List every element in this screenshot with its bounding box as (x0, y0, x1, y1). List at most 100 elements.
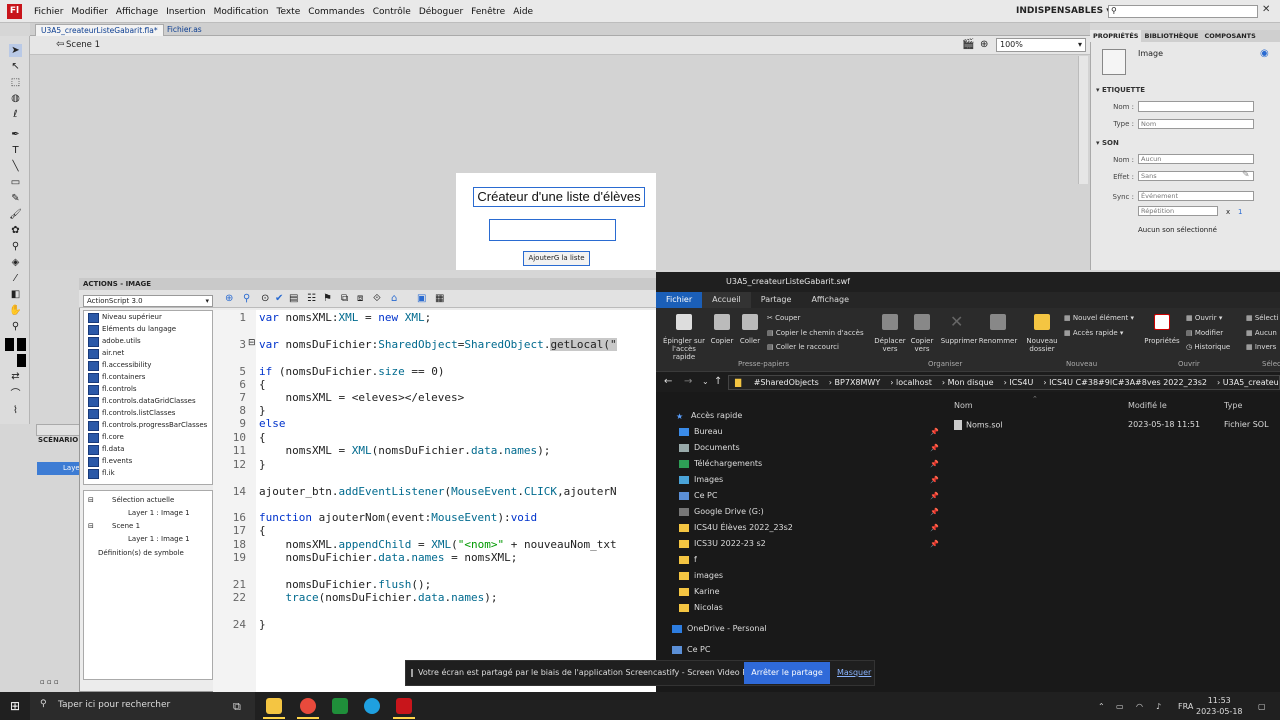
open-button[interactable]: ▦ Ouvrir ▾ (1186, 314, 1222, 322)
edit-scene-icon[interactable]: 🎬 (962, 39, 974, 50)
help-icon[interactable]: ◉ (1260, 48, 1269, 59)
effect-select[interactable]: Sans (1138, 171, 1254, 181)
tree-item[interactable]: Scene 1 (112, 520, 140, 533)
nav-quick-access[interactable]: ★ Accès rapide (676, 411, 742, 421)
library-item[interactable]: fl.accessibility (84, 359, 212, 371)
edge-taskbar-icon[interactable] (364, 698, 380, 714)
column-type[interactable]: Type (1224, 401, 1242, 410)
library-item[interactable]: fl.controls.progressBarClasses (84, 419, 212, 431)
volume-icon[interactable]: ♪ (1156, 702, 1161, 711)
tab-composants[interactable]: COMPOSANTS (1201, 30, 1258, 42)
block-comment-icon[interactable]: ⌂ (391, 293, 397, 304)
flash-taskbar-icon[interactable] (396, 698, 412, 714)
pen-tool-icon[interactable]: ✒ (9, 128, 22, 141)
nav-item[interactable]: Ce PC (679, 491, 717, 500)
workspace-switcher[interactable]: INDISPENSABLES ▾ (1016, 6, 1111, 16)
tree-toggle[interactable]: ⊟ (88, 520, 94, 533)
repeat-count[interactable]: 1 (1238, 208, 1242, 216)
stage-scrollbar[interactable] (1078, 56, 1088, 184)
menu-fenetre[interactable]: Fenêtre (467, 7, 509, 17)
deco-tool-icon[interactable]: ✿ (9, 224, 22, 237)
delete-button[interactable]: Supprimer (940, 337, 978, 345)
history-button[interactable]: ◷ Historique (1186, 343, 1230, 351)
library-item[interactable]: fl.containers (84, 371, 212, 383)
tab-proprietes[interactable]: PROPRIÉTÉS (1090, 30, 1142, 42)
cut-button[interactable]: ✂ Couper (767, 314, 800, 322)
stop-sharing-button[interactable]: Arrêter le partage (744, 662, 830, 684)
brush-tool-icon[interactable]: 🖌 (9, 208, 22, 221)
tree-item[interactable]: Sélection actuelle (112, 494, 174, 507)
find-icon[interactable]: ⚲ (243, 293, 250, 304)
library-item[interactable]: fl.core (84, 431, 212, 443)
auto-format-icon[interactable]: ▤ (289, 293, 298, 304)
menu-commandes[interactable]: Commandes (304, 7, 368, 17)
library-item[interactable]: fl.data (84, 443, 212, 455)
path-segment[interactable]: ICS4U (1009, 378, 1033, 387)
paste-shortcut-button[interactable]: ▤ Coller le raccourci (767, 343, 839, 351)
rectangle-tool-icon[interactable]: ▭ (9, 176, 22, 189)
code-hint-icon[interactable]: ☷ (307, 293, 316, 304)
tree-item[interactable]: Définition(s) de symbole (98, 547, 184, 560)
tab-affichage[interactable]: Affichage (801, 292, 859, 308)
nav-item[interactable]: images (679, 571, 723, 580)
tree-item[interactable]: Layer 1 : Image 1 (128, 507, 190, 520)
library-item[interactable]: fl.events (84, 455, 212, 467)
network-icon[interactable]: ▭ (1116, 702, 1124, 711)
chrome-taskbar-icon[interactable] (300, 698, 316, 714)
nav-onedrive[interactable]: OneDrive - Personal (672, 624, 767, 633)
nav-item[interactable]: Bureau (679, 427, 723, 436)
address-path[interactable]: ▇ #SharedObjects › BP7X8MWY › localhost › M… (728, 375, 1280, 390)
notification-icon[interactable]: ▢ (1258, 702, 1266, 711)
zoom-select[interactable]: 100% ▾ (996, 38, 1086, 52)
tab-bibliotheque[interactable]: BIBLIOTHÈQUE (1141, 30, 1201, 42)
modify-button[interactable]: ▤ Modifier (1186, 329, 1223, 337)
back-arrow-icon[interactable]: ⇦ (56, 39, 64, 50)
subselection-tool-icon[interactable]: ↖ (9, 60, 22, 73)
tray-chevron-icon[interactable]: ⌃ (1098, 702, 1105, 711)
nav-item[interactable]: Images (679, 475, 723, 484)
pin-quick-access-button[interactable]: Épingler sur l'accès rapide (660, 337, 708, 361)
wifi-icon[interactable]: ◠ (1136, 702, 1143, 711)
tab-partage[interactable]: Partage (751, 292, 802, 308)
eraser-tool-icon[interactable]: ◧ (9, 288, 22, 301)
tree-item[interactable]: Layer 1 : Image 1 (128, 533, 190, 546)
paste-button[interactable]: Coller (736, 337, 764, 345)
nav-item[interactable]: f (679, 555, 697, 564)
stroke-color-icon[interactable] (5, 338, 14, 351)
hand-tool-icon[interactable]: ✋ (9, 304, 22, 317)
pin-icon[interactable]: 📌 (930, 540, 939, 548)
target-icon[interactable]: ⊙ (261, 293, 269, 304)
section-etiquette[interactable]: ▾ ETIQUETTE (1096, 86, 1145, 94)
help-book-icon[interactable]: ▦ (435, 293, 444, 304)
tab-fla-document[interactable]: U3A5_createurListeGabarit.fla* (35, 24, 164, 36)
new-folder-button[interactable]: Nouveau dossier (1022, 337, 1062, 353)
frame-name-input[interactable] (1138, 101, 1254, 112)
check-syntax-icon[interactable]: ✔ (275, 293, 283, 304)
paint-bucket-icon[interactable]: ◈ (9, 256, 22, 269)
pencil-icon[interactable]: ✎ (1242, 170, 1250, 180)
nav-item[interactable]: ICS3U 2022-23 s2 (679, 539, 766, 548)
timeline-controls[interactable]: ▫ ▫ ▫ (40, 678, 80, 688)
expand-icon[interactable]: ⧈ (357, 293, 363, 304)
quick-access-button[interactable]: ▦ Accès rapide ▾ (1064, 329, 1123, 337)
snap-icon[interactable]: ⌒ (9, 388, 22, 401)
collapse-icon[interactable]: ⧉ (341, 293, 348, 304)
menu-controle[interactable]: Contrôle (369, 7, 415, 17)
properties-button[interactable]: Propriétés (1142, 337, 1182, 345)
menu-deboguer[interactable]: Déboguer (415, 7, 467, 17)
language-select[interactable]: ActionScript 3.0 ▾ (83, 295, 213, 307)
path-segment[interactable]: ICS4U C#38#9IC#3A#8ves 2022_23s2 (1049, 378, 1207, 387)
label-type-select[interactable]: Nom (1138, 119, 1254, 129)
tab-as-document[interactable]: Fichier.as (162, 24, 207, 36)
help-search-input[interactable]: ⚲ (1108, 5, 1258, 18)
sound-name-select[interactable]: Aucun (1138, 154, 1254, 164)
selection-tool-icon[interactable]: ➤ (9, 44, 22, 57)
nav-this-pc[interactable]: Ce PC (672, 645, 710, 654)
path-segment[interactable]: #SharedObjects (754, 378, 819, 387)
path-segment[interactable]: BP7X8MWY (835, 378, 881, 387)
fold-icon[interactable]: ⊟ (248, 338, 256, 348)
pin-icon[interactable]: 📌 (930, 476, 939, 484)
sync-select[interactable]: Événement (1138, 191, 1254, 201)
zoom-tool-icon[interactable]: ⚲ (9, 320, 22, 333)
copy-path-button[interactable]: ▤ Copier le chemin d'accès (767, 329, 864, 337)
